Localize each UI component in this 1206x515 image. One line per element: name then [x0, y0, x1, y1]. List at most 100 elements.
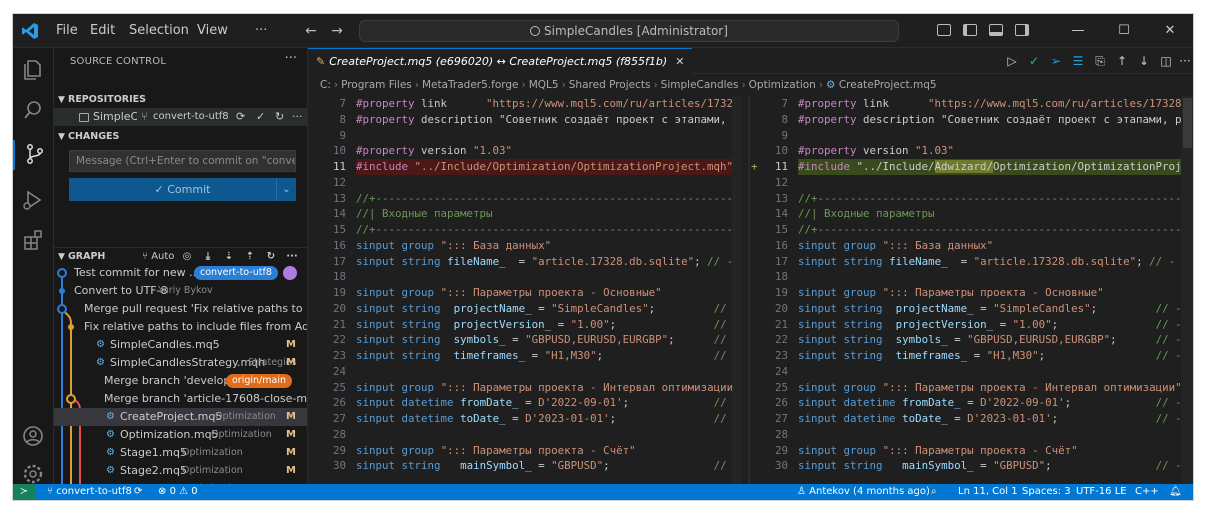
sidebar-more-icon[interactable]: ··· [285, 51, 297, 66]
menu-view[interactable]: View [197, 14, 228, 48]
extensions-icon[interactable] [21, 228, 45, 252]
tab-diff-createproject[interactable]: ✎ CreateProject.mq5 (e696020) ↔ CreatePro… [308, 48, 693, 74]
run-debug-icon[interactable] [21, 188, 45, 212]
code-line[interactable]: sinput string fileName_ = "article.17328… [798, 254, 1181, 270]
code-line[interactable]: sinput group "::: Параметры проекта - Ос… [356, 285, 662, 301]
status-problems[interactable]: ⊗ 0 ⚠ 0 [158, 484, 198, 500]
graph-row[interactable]: Fix relative paths to include files from… [54, 318, 307, 336]
sync-icon[interactable]: ⟳ [236, 108, 245, 126]
remote-indicator-icon[interactable]: ≻ [13, 484, 35, 500]
notifications-bell-icon[interactable]: 🔔︎ [1169, 484, 1182, 500]
status-encoding[interactable]: UTF-16 LE [1076, 484, 1127, 500]
code-line[interactable]: //+-------------------------------------… [356, 191, 740, 207]
breadcrumb-item[interactable]: Program Files [341, 79, 412, 91]
code-line[interactable]: #property link "https://www.mql5.com/ru/… [798, 96, 1181, 112]
graph-row[interactable]: ⚙ CreateProject.mq5 Optimization M [54, 408, 307, 426]
explorer-icon[interactable] [21, 58, 45, 82]
pull-icon[interactable]: ⇣ [223, 251, 235, 263]
graph-row[interactable]: ⚙ Stage2.mq5 Optimization M [54, 462, 307, 480]
graph-row[interactable]: Convert to UTF-8 Yuriy Bykov [54, 282, 307, 300]
code-line[interactable]: #property version "1.03" [356, 143, 512, 159]
command-center-search[interactable]: SimpleCandles [Administrator] [359, 20, 899, 42]
status-branch[interactable]: ⑂ convert-to-utf8 [47, 484, 132, 500]
tab-close-icon[interactable]: ✕ [675, 55, 684, 68]
list-icon[interactable]: ☰ [1071, 54, 1085, 68]
code-line[interactable]: #include "../Include/Optimization/Optimi… [356, 159, 740, 175]
code-line[interactable]: sinput string fileName_ = "article.17328… [356, 254, 740, 270]
code-line[interactable]: sinput group "::: Параметры проекта - Сч… [356, 443, 636, 459]
right-code[interactable]: #property link "https://www.mql5.com/ru/… [798, 96, 1181, 484]
code-line[interactable]: sinput datetime fromDate_ = D'2022-09-01… [356, 395, 740, 411]
repositories-section-header[interactable]: ▼ REPOSITORIES [54, 91, 307, 109]
commit-message-input[interactable]: Message (Ctrl+Enter to commit on "conve.… [69, 150, 296, 172]
graph-row[interactable]: Merge pull request 'Fix relative paths t… [54, 300, 307, 318]
code-line[interactable]: sinput string projectName_ = "SimpleCand… [798, 301, 1181, 317]
graph-section-header[interactable]: ▼ GRAPH ⑂ Auto ◎ ⤓ ⇣ ⇡ ↻ ··· [54, 247, 307, 265]
graph-row[interactable]: ⚙ Optimization.mq5 Optimization M [54, 426, 307, 444]
commit-button[interactable]: ✓ Commit [69, 178, 296, 201]
open-file-icon[interactable]: ⎘ [1093, 54, 1107, 68]
commit-check-icon[interactable]: ✓ [256, 108, 265, 126]
code-line[interactable]: #property version "1.03" [798, 143, 954, 159]
breadcrumb-item[interactable]: CreateProject.mq5 [839, 79, 937, 91]
breadcrumb-item[interactable]: MQL5 [529, 79, 559, 91]
previous-change-icon[interactable]: ↑ [1115, 54, 1129, 68]
code-line[interactable]: sinput string symbols_ = "GBPUSD,EURUSD,… [356, 332, 740, 348]
account-icon[interactable] [21, 424, 45, 448]
diff-left-pane[interactable]: 7 8 9 10 11 12 13 14 15 16 17 18 19 20 21 22 23 24 25 26 27 2… [308, 96, 748, 484]
menu-file[interactable]: File [56, 14, 78, 48]
minimize-icon[interactable]: — [1055, 14, 1101, 48]
toggle-primary-sidebar-icon[interactable] [963, 24, 977, 36]
code-line[interactable]: sinput group "::: Параметры проекта - Сч… [798, 443, 1078, 459]
menu-edit[interactable]: Edit [90, 14, 115, 48]
breadcrumb-item[interactable]: Shared Projects [569, 79, 651, 91]
menu-selection[interactable]: Selection [129, 14, 189, 48]
graph-row[interactable]: Merge branch 'article-17608-close-ma... [54, 390, 307, 408]
code-line[interactable]: sinput group "::: Параметры проекта - Ин… [798, 380, 1181, 396]
status-blame[interactable]: ♙ Antekov (4 months ago) [797, 484, 930, 500]
code-line[interactable]: sinput string timeframes_ = "H1,M30"; //… [798, 348, 1181, 364]
back-arrow-icon[interactable]: ← [303, 23, 319, 39]
code-line[interactable]: sinput string timeframes_ = "H1,M30"; //… [356, 348, 740, 364]
graph-row[interactable]: ⚙ Stage1.mq5 Optimization M [54, 444, 307, 462]
settings-gear-icon[interactable] [21, 462, 45, 486]
code-line[interactable]: //+-------------------------------------… [798, 191, 1181, 207]
code-line[interactable]: #include "../Include/Adwizard/Optimizati… [798, 159, 1181, 175]
fetch-icon[interactable]: ⤓ [202, 251, 214, 263]
left-scrollbar[interactable] [732, 96, 742, 484]
code-line[interactable]: sinput string projectVersion_ = "1.00"; … [356, 317, 740, 333]
source-control-icon[interactable] [13, 140, 54, 170]
target-icon[interactable]: ◎ [181, 251, 193, 263]
diff-right-pane[interactable]: 7 8 9 10 11 12 13 14 15 16 17 18 19 20 21 22 23 24 25 26 27 2… [750, 96, 1193, 484]
code-line[interactable]: sinput string projectName_ = "SimpleCand… [356, 301, 740, 317]
graph-more-icon[interactable]: ··· [286, 251, 298, 263]
zoom-icon[interactable]: ⌕ [931, 484, 937, 500]
right-scrollbar[interactable] [1181, 96, 1193, 484]
code-line[interactable]: sinput string mainSymbol_ = "GBPUSD"; //… [356, 458, 740, 474]
close-icon[interactable]: ✕ [1147, 14, 1193, 48]
toggle-secondary-sidebar-icon[interactable] [1015, 24, 1029, 36]
push-icon[interactable]: ⇡ [244, 251, 256, 263]
breadcrumb-item[interactable]: Optimization [749, 79, 816, 91]
send-icon[interactable]: ➢ [1049, 54, 1063, 68]
graph-row[interactable]: ⚙ SimpleCandlesStrategy.mqh Strategies M [54, 354, 307, 372]
code-line[interactable]: sinput datetime toDate_ = D'2023-01-01';… [798, 411, 1181, 427]
code-line[interactable]: sinput group "::: База данных" [798, 238, 993, 254]
code-line[interactable]: //| Входные параметры [356, 206, 493, 222]
commit-dropdown-chevron-icon[interactable]: ⌄ [276, 178, 296, 201]
code-line[interactable]: //| Входные параметры [798, 206, 935, 222]
breadcrumb-item[interactable]: SimpleCandles [661, 79, 739, 91]
status-language[interactable]: C++ [1135, 484, 1159, 500]
toggle-panel-icon[interactable] [989, 24, 1003, 36]
code-line[interactable]: //+-------------------------------------… [798, 222, 1181, 238]
graph-row[interactable]: ⚙ SimpleCandles.mq5 M [54, 336, 307, 354]
split-editor-icon[interactable]: ◫ [1159, 54, 1173, 68]
code-line[interactable]: #property description "Советник создаёт … [798, 112, 1181, 128]
status-position[interactable]: Ln 11, Col 1 [958, 484, 1018, 500]
code-line[interactable]: sinput group "::: Параметры проекта - Ин… [356, 380, 740, 396]
code-line[interactable]: sinput datetime fromDate_ = D'2022-09-01… [798, 395, 1181, 411]
status-spaces[interactable]: Spaces: 3 [1022, 484, 1071, 500]
customize-layout-icon[interactable] [937, 24, 951, 36]
code-line[interactable]: sinput string mainSymbol_ = "GBPUSD"; //… [798, 458, 1181, 474]
graph-row[interactable]: Test commit for new ... convert-to-utf8 [54, 264, 307, 282]
